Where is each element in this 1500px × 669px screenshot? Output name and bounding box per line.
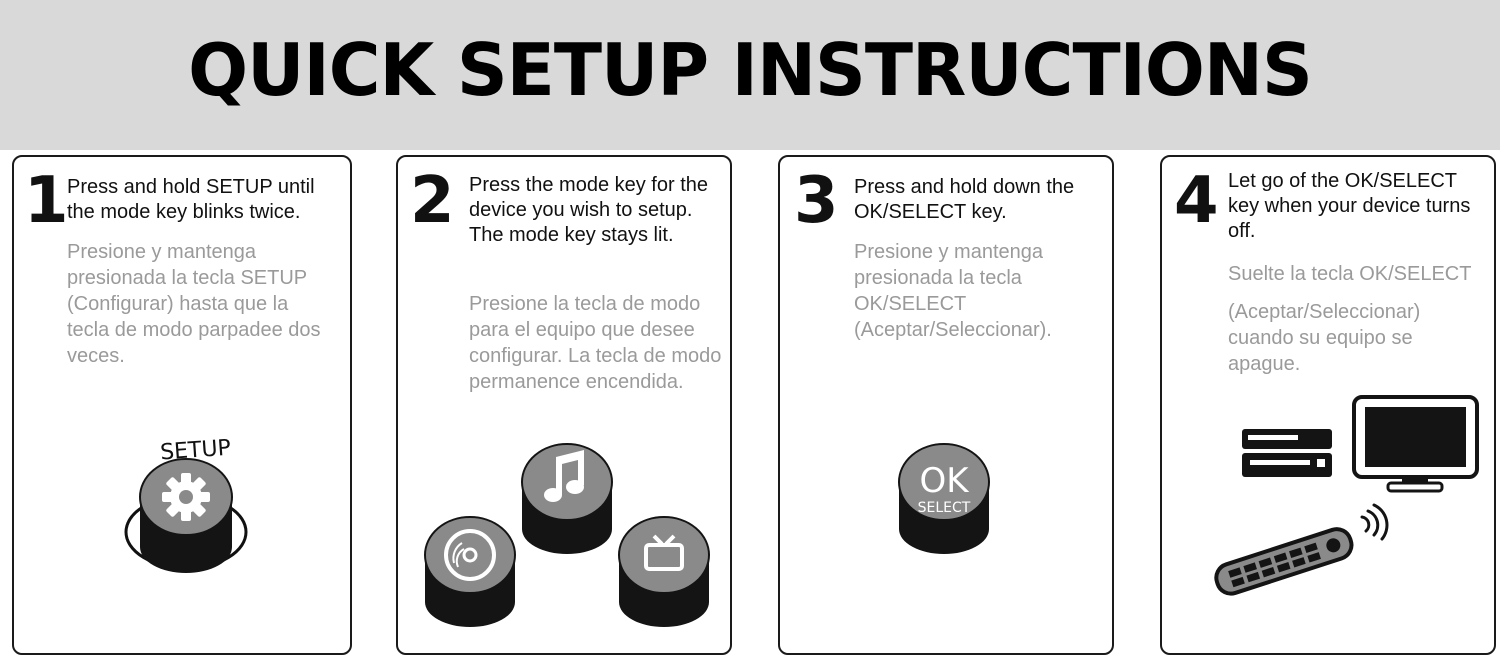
music-mode-key [521,443,613,554]
ok-select-key-illustration: OK SELECT [898,443,990,554]
setup-key-illustration: SETUP [124,436,248,573]
gear-icon [162,473,210,521]
title-banner: QUICK SETUP INSTRUCTIONS [0,0,1500,150]
step-card-3: 3 Press and hold down the OK/SELECT key.… [778,155,1114,655]
remote-control-icon [1214,527,1354,596]
step-card-4: 4 Let go of the OK/SELECT key when your … [1160,155,1496,655]
ok-key-label: OK [919,461,970,501]
disc-mode-key [424,516,516,627]
page-title: QUICK SETUP INSTRUCTIONS [188,28,1313,112]
mode-keys-illustration [424,443,710,627]
monitor-icon [1352,395,1479,493]
select-key-label: SELECT [918,500,971,516]
devices-illustration [1214,395,1479,596]
tv-mode-key [618,516,710,627]
step-card-2: 2 Press the mode key for the device you … [396,155,732,655]
signal-waves-icon [1360,503,1389,541]
dvd-player-icon [1242,429,1332,477]
step-card-1: 1 Press and hold SETUP until the mode ke… [12,155,352,655]
